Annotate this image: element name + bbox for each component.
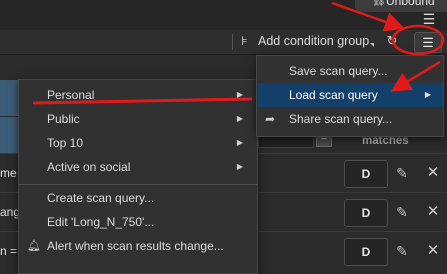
d-button[interactable]: D: [344, 160, 388, 188]
menu-item-public[interactable]: Public ▶: [19, 107, 257, 131]
menu-item-label: Create scan query...: [47, 191, 155, 205]
menu-item-label: Top 10: [47, 136, 84, 150]
chevron-right-icon: ▶: [236, 114, 243, 123]
menu-divider: [19, 184, 257, 185]
pencil-icon[interactable]: ✎: [394, 204, 410, 220]
menu-item-label: Public: [47, 112, 80, 126]
close-icon[interactable]: ✕: [426, 243, 440, 259]
share-icon: ➦: [265, 112, 276, 126]
link-icon: ⛓: [372, 0, 386, 7]
menu-item-load-scan-query[interactable]: Load scan query ▶: [257, 83, 443, 107]
row-text-fragment: me: [0, 166, 17, 180]
toolbar: [0, 30, 447, 55]
toolbar-divider: [232, 34, 233, 50]
menu-item-label: Share scan query...: [289, 112, 393, 126]
row-thumbnail: [0, 117, 18, 153]
menu-item-label: Load scan query: [289, 88, 378, 102]
chevron-right-icon: ▶: [236, 138, 243, 147]
menu-item-alert-on-change[interactable]: 🔔︎ Alert when scan results change...: [19, 234, 257, 258]
chevron-right-icon: ▶: [236, 90, 243, 99]
list-menu-icon: ☰: [422, 35, 434, 50]
scan-query-actions-menu: Save scan query... Load scan query ▶ ➦ S…: [256, 55, 444, 137]
chevron-right-icon: ▶: [236, 162, 243, 171]
pencil-icon[interactable]: ✎: [394, 243, 410, 259]
menu-item-share-scan-query[interactable]: ➦ Share scan query...: [257, 107, 443, 131]
chevron-down-icon[interactable]: [370, 43, 374, 47]
bell-icon: 🔔︎: [27, 240, 41, 252]
chevron-right-icon: ▶: [424, 90, 431, 99]
menu-item-save-scan-query[interactable]: Save scan query...: [257, 59, 443, 83]
d-button[interactable]: D: [344, 199, 388, 227]
refresh-icon[interactable]: ↻: [384, 33, 400, 49]
unbound-label: Unbound: [386, 0, 435, 8]
list-icon[interactable]: ☰: [420, 12, 438, 26]
row-thumbnail: [0, 80, 18, 116]
menu-item-edit-query[interactable]: Edit 'Long_N_750'...: [19, 210, 257, 234]
menu-item-label: Personal: [47, 88, 95, 102]
menu-item-label: Alert when scan results change...: [47, 239, 224, 253]
d-button[interactable]: D: [344, 238, 388, 266]
menu-item-personal[interactable]: Personal ▶: [19, 83, 257, 107]
scan-query-category-menu: Personal ▶ Public ▶ Top 10 ▶ Active on s…: [18, 79, 258, 274]
close-icon[interactable]: ✕: [426, 204, 440, 220]
add-condition-group-button[interactable]: ⊧ Add condition group: [241, 31, 369, 51]
add-condition-group-label: Add condition group: [258, 34, 370, 48]
menu-item-create-scan-query[interactable]: Create scan query...: [19, 186, 257, 210]
close-icon[interactable]: ✕: [426, 165, 440, 181]
menu-item-label: Edit 'Long_N_750'...: [47, 215, 155, 229]
scan-query-menu-button[interactable]: ☰: [414, 32, 442, 53]
condition-group-icon: ⊧: [241, 34, 248, 48]
pencil-icon[interactable]: ✎: [394, 165, 410, 181]
row-text-fragment: n =: [0, 244, 18, 258]
menu-item-top-10[interactable]: Top 10 ▶: [19, 131, 257, 155]
menu-item-active-on-social[interactable]: Active on social ▶: [19, 155, 257, 179]
menu-item-label: Save scan query...: [289, 64, 388, 78]
menu-item-label: Active on social: [47, 160, 131, 174]
